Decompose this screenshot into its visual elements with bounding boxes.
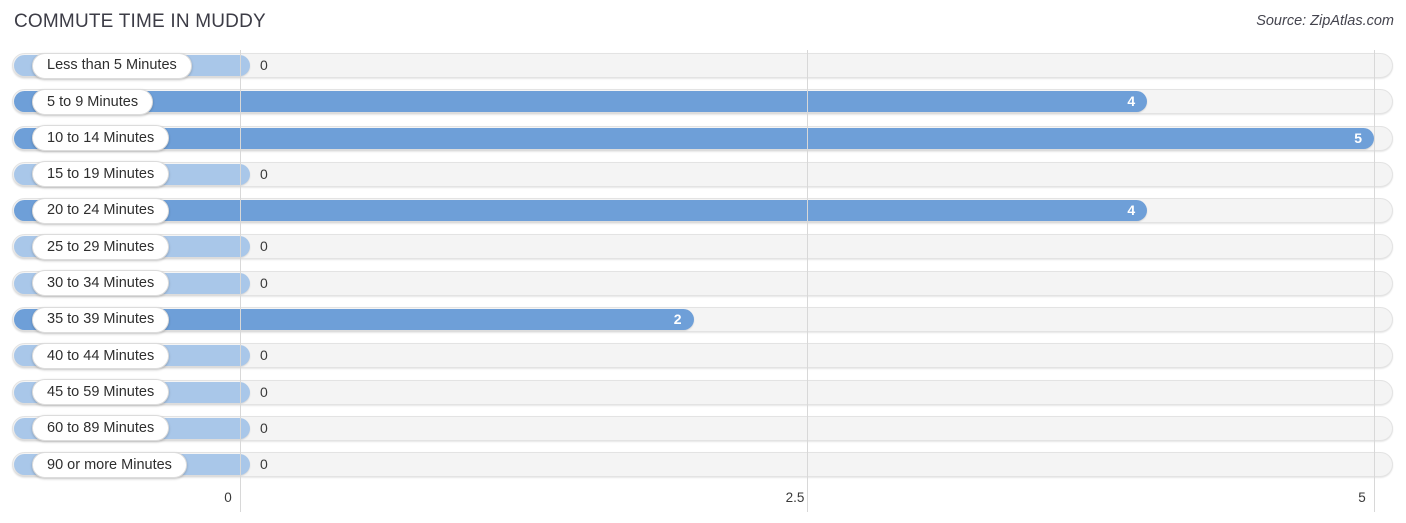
bar-row[interactable]: 5 to 9 Minutes 4	[0, 86, 1406, 116]
bar-value-label: 0	[260, 165, 268, 182]
category-label: 30 to 34 Minutes	[47, 275, 155, 292]
bar-row[interactable]: 30 to 34 Minutes 0	[0, 268, 1406, 298]
axis-tick-label: 0	[224, 490, 232, 505]
bar-fill[interactable]	[14, 200, 1148, 222]
category-label-pill: 40 to 44 Minutes	[32, 342, 170, 369]
bar-row[interactable]: 45 to 59 Minutes 0	[0, 377, 1406, 407]
category-label: 20 to 24 Minutes	[47, 202, 155, 219]
category-label-pill: 90 or more Minutes	[32, 451, 187, 478]
category-label: Less than 5 Minutes	[47, 57, 177, 74]
bar-value-label: 0	[260, 419, 268, 436]
bar-value-label: 0	[260, 383, 268, 400]
axis-tick-label: 5	[1358, 490, 1366, 505]
category-label-pill: 15 to 19 Minutes	[32, 161, 170, 188]
axis-tick-line	[240, 486, 241, 512]
category-label: 35 to 39 Minutes	[47, 311, 155, 328]
bar-value-label: 5	[1354, 129, 1362, 146]
bar-fill[interactable]	[14, 91, 1148, 113]
x-axis: 0 2.5 5	[0, 486, 1406, 523]
category-label: 25 to 29 Minutes	[47, 238, 155, 255]
bar-value-label: 4	[1127, 93, 1136, 110]
category-label-pill: 10 to 14 Minutes	[32, 125, 170, 152]
bar-value-label: 0	[260, 238, 268, 255]
category-label: 40 to 44 Minutes	[47, 347, 155, 364]
bar-value-label: 4	[1127, 202, 1136, 219]
chart-header: COMMUTE TIME IN MUDDY Source: ZipAtlas.c…	[0, 0, 1406, 46]
category-label: 15 to 19 Minutes	[47, 166, 155, 183]
bar-row[interactable]: Less than 5 Minutes 0	[0, 50, 1406, 80]
axis-tick-label: 2.5	[785, 490, 805, 505]
category-label-pill: 60 to 89 Minutes	[32, 415, 170, 442]
category-label-pill: Less than 5 Minutes	[32, 52, 192, 79]
category-label-pill: 20 to 24 Minutes	[32, 197, 170, 224]
page-title: COMMUTE TIME IN MUDDY	[14, 11, 266, 32]
category-label: 45 to 59 Minutes	[47, 383, 155, 400]
bar-fill[interactable]	[14, 127, 1374, 149]
chart-plot-area: Less than 5 Minutes 0 5 to 9 Minutes 4 10 to…	[0, 50, 1406, 486]
bar-row[interactable]: 10 to 14 Minutes 5	[0, 123, 1406, 153]
category-label-pill: 5 to 9 Minutes	[32, 88, 154, 115]
bar-value-label: 0	[260, 57, 268, 73]
bar-row[interactable]: 35 to 39 Minutes 2	[0, 304, 1406, 334]
category-label-pill: 30 to 34 Minutes	[32, 270, 170, 297]
bar-value-label: 0	[260, 274, 268, 291]
bar-rows: Less than 5 Minutes 0 5 to 9 Minutes 4 10 to…	[0, 50, 1406, 486]
category-label-pill: 25 to 29 Minutes	[32, 233, 170, 260]
category-label: 90 or more Minutes	[47, 456, 172, 473]
bar-value-label: 2	[673, 311, 682, 328]
category-label: 10 to 14 Minutes	[47, 129, 155, 146]
bar-row[interactable]: 60 to 89 Minutes 0	[0, 413, 1406, 443]
bar-row[interactable]: 90 or more Minutes 0	[0, 449, 1406, 479]
category-label-pill: 45 to 59 Minutes	[32, 379, 170, 406]
axis-tick-line	[1374, 486, 1375, 512]
bar-row[interactable]: 40 to 44 Minutes 0	[0, 340, 1406, 370]
bar-value-label: 0	[260, 456, 268, 473]
source-attribution: Source: ZipAtlas.com	[1256, 13, 1394, 29]
bar-row[interactable]: 15 to 19 Minutes 0	[0, 159, 1406, 189]
bar-value-label: 0	[260, 347, 268, 364]
axis-tick-line	[807, 486, 808, 512]
category-label: 60 to 89 Minutes	[47, 420, 155, 437]
category-label: 5 to 9 Minutes	[47, 93, 139, 110]
bar-row[interactable]: 25 to 29 Minutes 0	[0, 231, 1406, 261]
category-label-pill: 35 to 39 Minutes	[32, 306, 170, 333]
bar-row[interactable]: 20 to 24 Minutes 4	[0, 195, 1406, 225]
